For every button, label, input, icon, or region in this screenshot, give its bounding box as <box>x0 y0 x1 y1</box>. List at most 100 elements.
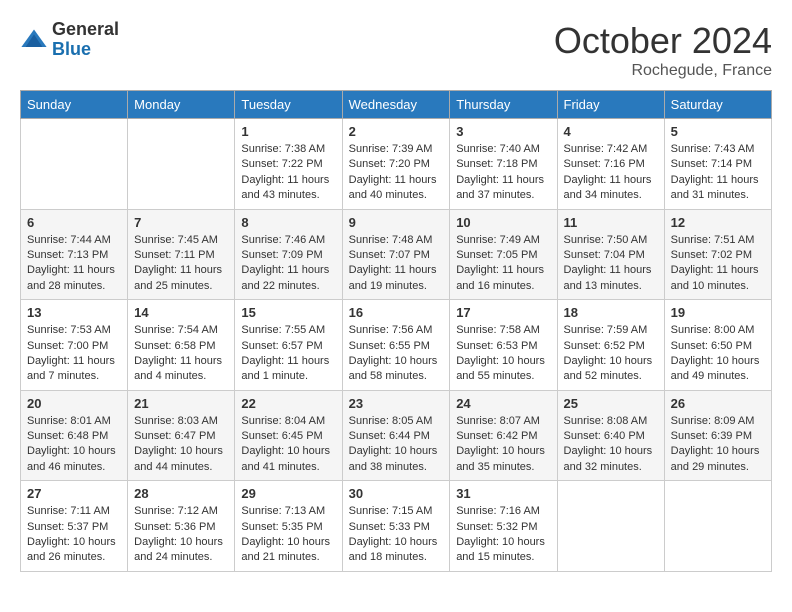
calendar-cell: 2Sunrise: 7:39 AMSunset: 7:20 PMDaylight… <box>342 119 450 210</box>
calendar-week-row: 1Sunrise: 7:38 AMSunset: 7:22 PMDaylight… <box>21 119 772 210</box>
day-info: Sunrise: 7:38 AMSunset: 7:22 PMDaylight:… <box>241 142 335 204</box>
daylight-text: Daylight: 11 hours and 10 minutes. <box>671 264 759 291</box>
sunset-text: Sunset: 6:47 PM <box>134 430 215 442</box>
calendar-cell: 23Sunrise: 8:05 AMSunset: 6:44 PMDayligh… <box>342 390 450 481</box>
calendar-cell: 27Sunrise: 7:11 AMSunset: 5:37 PMDayligh… <box>21 481 128 572</box>
sunrise-text: Sunrise: 7:46 AM <box>241 234 325 246</box>
calendar-week-row: 20Sunrise: 8:01 AMSunset: 6:48 PMDayligh… <box>21 390 772 481</box>
day-info: Sunrise: 7:42 AM Sunset: 7:16 PM Daylight:… <box>564 142 658 204</box>
logo-text: General Blue <box>52 20 119 60</box>
sunrise-text: Sunrise: 7:53 AM <box>27 324 111 336</box>
daylight-text: Daylight: 10 hours and 26 minutes. <box>27 536 116 563</box>
calendar-cell: 7 Sunrise: 7:45 AMSunset: 7:11 PMDaylight… <box>128 209 235 300</box>
sunset-text: Sunset: 5:35 PM <box>241 521 322 533</box>
calendar-day-header: Saturday <box>664 91 771 119</box>
daylight-text: Daylight: 10 hours and 52 minutes. <box>564 355 653 382</box>
calendar-cell: 15Sunrise: 7:55 AMSunset: 6:57 PMDayligh… <box>235 300 342 391</box>
sunset-text: Sunset: 7:20 PM <box>349 158 430 170</box>
daylight-text: Daylight: 10 hours and 32 minutes. <box>564 445 653 472</box>
calendar-day-header: Wednesday <box>342 91 450 119</box>
daylight-text: Daylight: 10 hours and 58 minutes. <box>349 355 438 382</box>
daylight-text: Daylight: 10 hours and 49 minutes. <box>671 355 760 382</box>
sunset-text: Sunset: 7:00 PM <box>27 340 108 352</box>
sunrise-text: Sunrise: 7:11 AM <box>27 505 110 517</box>
day-number: 11 <box>564 215 658 230</box>
day-info: Sunrise: 7:54 AMSunset: 6:58 PMDaylight:… <box>134 323 228 385</box>
day-number: 30 <box>349 486 444 501</box>
calendar-week-row: 13 Sunrise: 7:53 AM Sunset: 7:00 PM Dayligh… <box>21 300 772 391</box>
day-number: 17 <box>456 305 550 320</box>
day-number: 28 <box>134 486 228 501</box>
day-info: Sunrise: 8:07 AMSunset: 6:42 PMDaylight:… <box>456 414 550 476</box>
sunset-text: Sunset: 6:52 PM <box>564 340 645 352</box>
sunset-text: Sunset: 6:48 PM <box>27 430 108 442</box>
day-number: 29 <box>241 486 335 501</box>
sunset-text: Sunset: 6:55 PM <box>349 340 430 352</box>
sunset-text: Sunset: 7:09 PM <box>241 249 322 261</box>
daylight-text: Daylight: 10 hours and 55 minutes. <box>456 355 545 382</box>
logo-blue-text: Blue <box>52 40 119 60</box>
day-info: Sunrise: 7:45 AMSunset: 7:11 PMDaylight:… <box>134 233 228 295</box>
sunrise-text: Sunrise: 7:48 AM <box>349 234 433 246</box>
logo-icon <box>20 26 48 54</box>
day-info: Sunrise: 8:01 AMSunset: 6:48 PMDaylight:… <box>27 414 121 476</box>
sunset-text: Sunset: 7:16 PM <box>564 158 645 170</box>
calendar-cell: 22Sunrise: 8:04 AMSunset: 6:45 PMDayligh… <box>235 390 342 481</box>
calendar-cell: 20Sunrise: 8:01 AMSunset: 6:48 PMDayligh… <box>21 390 128 481</box>
calendar-cell: 12Sunrise: 7:51 AMSunset: 7:02 PMDayligh… <box>664 209 771 300</box>
sunset-text: Sunset: 7:05 PM <box>456 249 537 261</box>
daylight-text: Daylight: 11 hours and 31 minutes. <box>671 174 759 201</box>
daylight-text: Daylight: 10 hours and 35 minutes. <box>456 445 545 472</box>
day-info: Sunrise: 7:44 AMSunset: 7:13 PMDaylight:… <box>27 233 121 295</box>
day-info: Sunrise: 7:51 AMSunset: 7:02 PMDaylight:… <box>671 233 765 295</box>
day-info: Sunrise: 8:08 AMSunset: 6:40 PMDaylight:… <box>564 414 658 476</box>
sunrise-text: Sunrise: 7:39 AM <box>349 143 433 155</box>
daylight-text: Daylight: 10 hours and 38 minutes. <box>349 445 438 472</box>
daylight-text: Daylight: 10 hours and 29 minutes. <box>671 445 760 472</box>
day-info: Sunrise: 7:16 AMSunset: 5:32 PMDaylight:… <box>456 504 550 566</box>
sunrise-text: Sunrise: 8:08 AM <box>564 415 648 427</box>
day-number: 7 <box>134 215 228 230</box>
sunset-text: Sunset: 5:37 PM <box>27 521 108 533</box>
day-info: Sunrise: 7:46 AMSunset: 7:09 PMDaylight:… <box>241 233 335 295</box>
day-info: Sunrise: 7:53 AM Sunset: 7:00 PM Daylight:… <box>27 323 121 385</box>
calendar-week-row: 6 Sunrise: 7:44 AMSunset: 7:13 PMDaylight… <box>21 209 772 300</box>
sunset-text: Sunset: 6:57 PM <box>241 340 322 352</box>
daylight-text: Daylight: 10 hours and 46 minutes. <box>27 445 116 472</box>
day-info: Sunrise: 7:58 AMSunset: 6:53 PMDaylight:… <box>456 323 550 385</box>
daylight-text: Daylight: 11 hours and 7 minutes. <box>27 355 115 382</box>
calendar-week-row: 27Sunrise: 7:11 AMSunset: 5:37 PMDayligh… <box>21 481 772 572</box>
day-number: 10 <box>456 215 550 230</box>
day-number: 31 <box>456 486 550 501</box>
day-info: Sunrise: 7:39 AMSunset: 7:20 PMDaylight:… <box>349 142 444 204</box>
calendar-day-header: Sunday <box>21 91 128 119</box>
calendar-day-header: Friday <box>557 91 664 119</box>
day-number: 25 <box>564 396 658 411</box>
daylight-text: Daylight: 11 hours and 34 minutes. <box>564 174 652 201</box>
sunset-text: Sunset: 7:18 PM <box>456 158 537 170</box>
sunrise-text: Sunrise: 7:42 AM <box>564 143 648 155</box>
sunset-text: Sunset: 6:53 PM <box>456 340 537 352</box>
sunrise-text: Sunrise: 7:49 AM <box>456 234 540 246</box>
day-info: Sunrise: 7:12 AMSunset: 5:36 PMDaylight:… <box>134 504 228 566</box>
calendar-day-header: Tuesday <box>235 91 342 119</box>
day-number: 6 <box>27 215 121 230</box>
day-number: 8 <box>241 215 335 230</box>
month-title: October 2024 <box>554 20 772 62</box>
day-number: 5 <box>671 124 765 139</box>
sunrise-text: Sunrise: 7:43 AM <box>671 143 755 155</box>
day-info: Sunrise: 8:00 AMSunset: 6:50 PMDaylight:… <box>671 323 765 385</box>
day-info: Sunrise: 8:04 AMSunset: 6:45 PMDaylight:… <box>241 414 335 476</box>
calendar-cell: 26Sunrise: 8:09 AMSunset: 6:39 PMDayligh… <box>664 390 771 481</box>
sunset-text: Sunset: 7:14 PM <box>671 158 752 170</box>
sunset-text: Sunset: 7:11 PM <box>134 249 215 261</box>
sunrise-text: Sunrise: 7:16 AM <box>456 505 540 517</box>
calendar-cell: 16Sunrise: 7:56 AMSunset: 6:55 PMDayligh… <box>342 300 450 391</box>
day-number: 24 <box>456 396 550 411</box>
day-info: Sunrise: 7:40 AMSunset: 7:18 PMDaylight:… <box>456 142 550 204</box>
day-number: 13 <box>27 305 121 320</box>
day-info: Sunrise: 7:59 AMSunset: 6:52 PMDaylight:… <box>564 323 658 385</box>
daylight-text: Daylight: 11 hours and 19 minutes. <box>349 264 437 291</box>
daylight-text: Daylight: 10 hours and 44 minutes. <box>134 445 223 472</box>
day-number: 15 <box>241 305 335 320</box>
